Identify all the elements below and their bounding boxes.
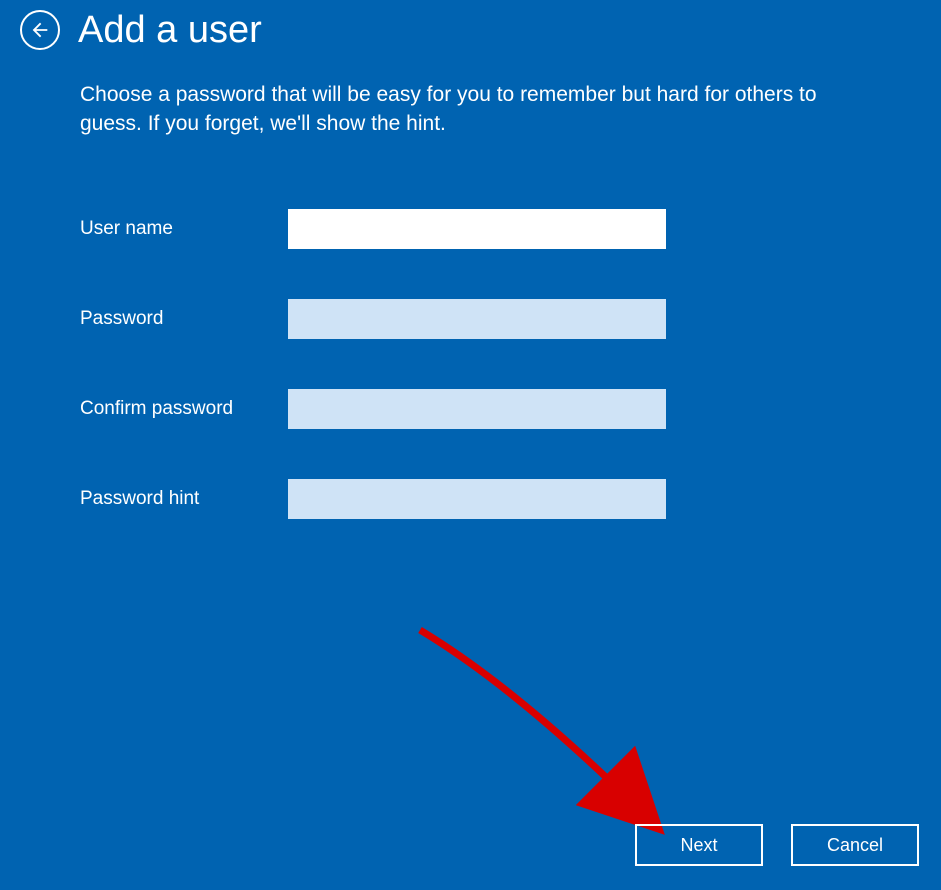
username-row: User name	[80, 209, 941, 249]
username-label: User name	[80, 218, 288, 240]
page-title: Add a user	[78, 11, 262, 49]
button-bar: Next Cancel	[635, 824, 919, 866]
back-button[interactable]	[20, 10, 60, 50]
back-arrow-icon	[29, 19, 51, 41]
username-input[interactable]	[288, 209, 666, 249]
password-input[interactable]	[288, 299, 666, 339]
password-hint-row: Password hint	[80, 479, 941, 519]
confirm-password-label: Confirm password	[80, 398, 288, 420]
password-row: Password	[80, 299, 941, 339]
annotation-arrow-icon	[400, 610, 700, 860]
add-user-form: User name Password Confirm password Pass…	[80, 209, 941, 519]
confirm-password-input[interactable]	[288, 389, 666, 429]
confirm-password-row: Confirm password	[80, 389, 941, 429]
cancel-button[interactable]: Cancel	[791, 824, 919, 866]
page-description: Choose a password that will be easy for …	[80, 80, 880, 139]
next-button[interactable]: Next	[635, 824, 763, 866]
password-hint-label: Password hint	[80, 488, 288, 510]
password-label: Password	[80, 308, 288, 330]
password-hint-input[interactable]	[288, 479, 666, 519]
